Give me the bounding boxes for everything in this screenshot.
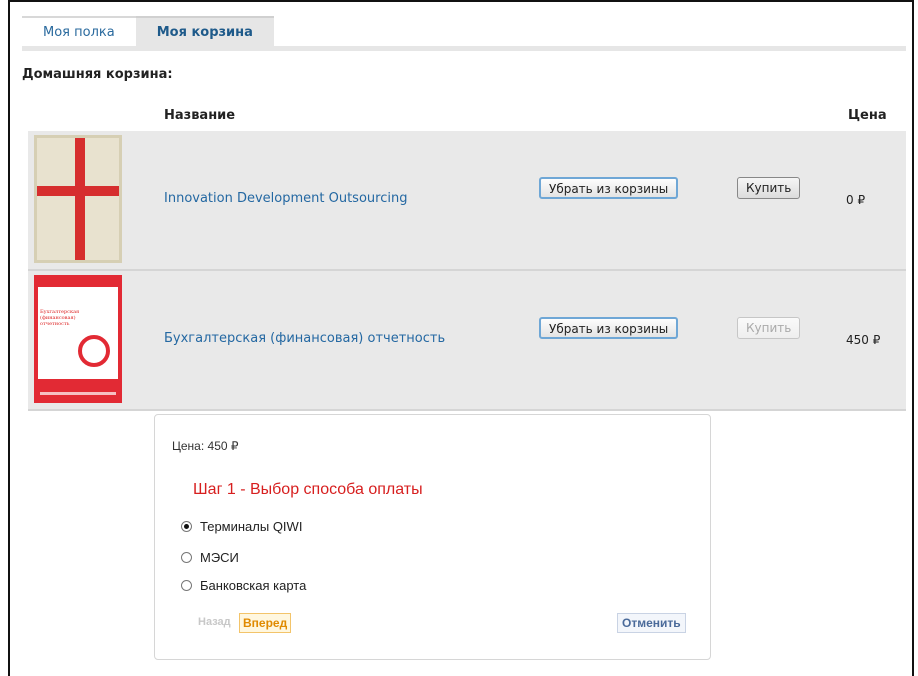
cart-row: Innovation Development Outsourcing Убрат…: [28, 131, 906, 269]
row-divider: [28, 409, 906, 411]
tab-my-shelf[interactable]: Моя полка: [22, 16, 136, 46]
payment-option-label: Терминалы QIWI: [200, 519, 303, 534]
payment-option-label: МЭСИ: [200, 550, 239, 565]
column-header-price: Цена: [848, 108, 887, 123]
tab-bar: Моя полка Моя корзина: [22, 16, 274, 46]
cover-cross-horizontal: [37, 186, 119, 196]
cover-panel: [38, 287, 118, 379]
cover-title-text: Бухгалтерская (финансовая) отчетность: [40, 309, 80, 327]
column-header-name: Название: [164, 108, 236, 123]
cover-emblem: [78, 335, 110, 367]
payment-price: Цена: 450 ₽: [172, 439, 239, 453]
book-title-link[interactable]: Innovation Development Outsourcing: [164, 191, 407, 206]
tab-my-cart[interactable]: Моя корзина: [135, 16, 274, 46]
item-price: 0 ₽: [846, 193, 866, 207]
item-price: 450 ₽: [846, 333, 881, 347]
remove-from-cart-button[interactable]: Убрать из корзины: [539, 177, 679, 199]
cover-cross-vertical: [75, 138, 85, 260]
cancel-button[interactable]: Отменить: [617, 613, 686, 633]
remove-from-cart-button[interactable]: Убрать из корзины: [539, 317, 679, 339]
cover-footer-band: [40, 392, 116, 395]
book-cover-image[interactable]: [34, 135, 122, 263]
buy-button-disabled[interactable]: Купить: [737, 317, 801, 339]
forward-button[interactable]: Вперед: [239, 613, 292, 633]
section-title: Домашняя корзина:: [22, 67, 173, 82]
radio-button[interactable]: [181, 580, 192, 591]
cart-row: Бухгалтерская (финансовая) отчетность Бу…: [28, 271, 906, 409]
payment-panel: Цена: 450 ₽ Шаг 1 - Выбор способа оплаты…: [154, 414, 711, 660]
step-title: Шаг 1 - Выбор способа оплаты: [193, 481, 423, 498]
payment-option-label: Банковская карта: [200, 578, 307, 593]
book-cover-image[interactable]: Бухгалтерская (финансовая) отчетность: [34, 275, 122, 403]
payment-option-qiwi[interactable]: Терминалы QIWI: [181, 519, 302, 534]
buy-button[interactable]: Купить: [737, 177, 801, 199]
tab-underline: [22, 46, 906, 51]
payment-option-bank-card[interactable]: Банковская карта: [181, 578, 306, 593]
book-title-link[interactable]: Бухгалтерская (финансовая) отчетность: [164, 331, 445, 346]
radio-button[interactable]: [181, 552, 192, 563]
back-button[interactable]: Назад: [198, 616, 231, 628]
radio-button-selected[interactable]: [181, 521, 192, 532]
payment-option-mesi[interactable]: МЭСИ: [181, 550, 239, 565]
